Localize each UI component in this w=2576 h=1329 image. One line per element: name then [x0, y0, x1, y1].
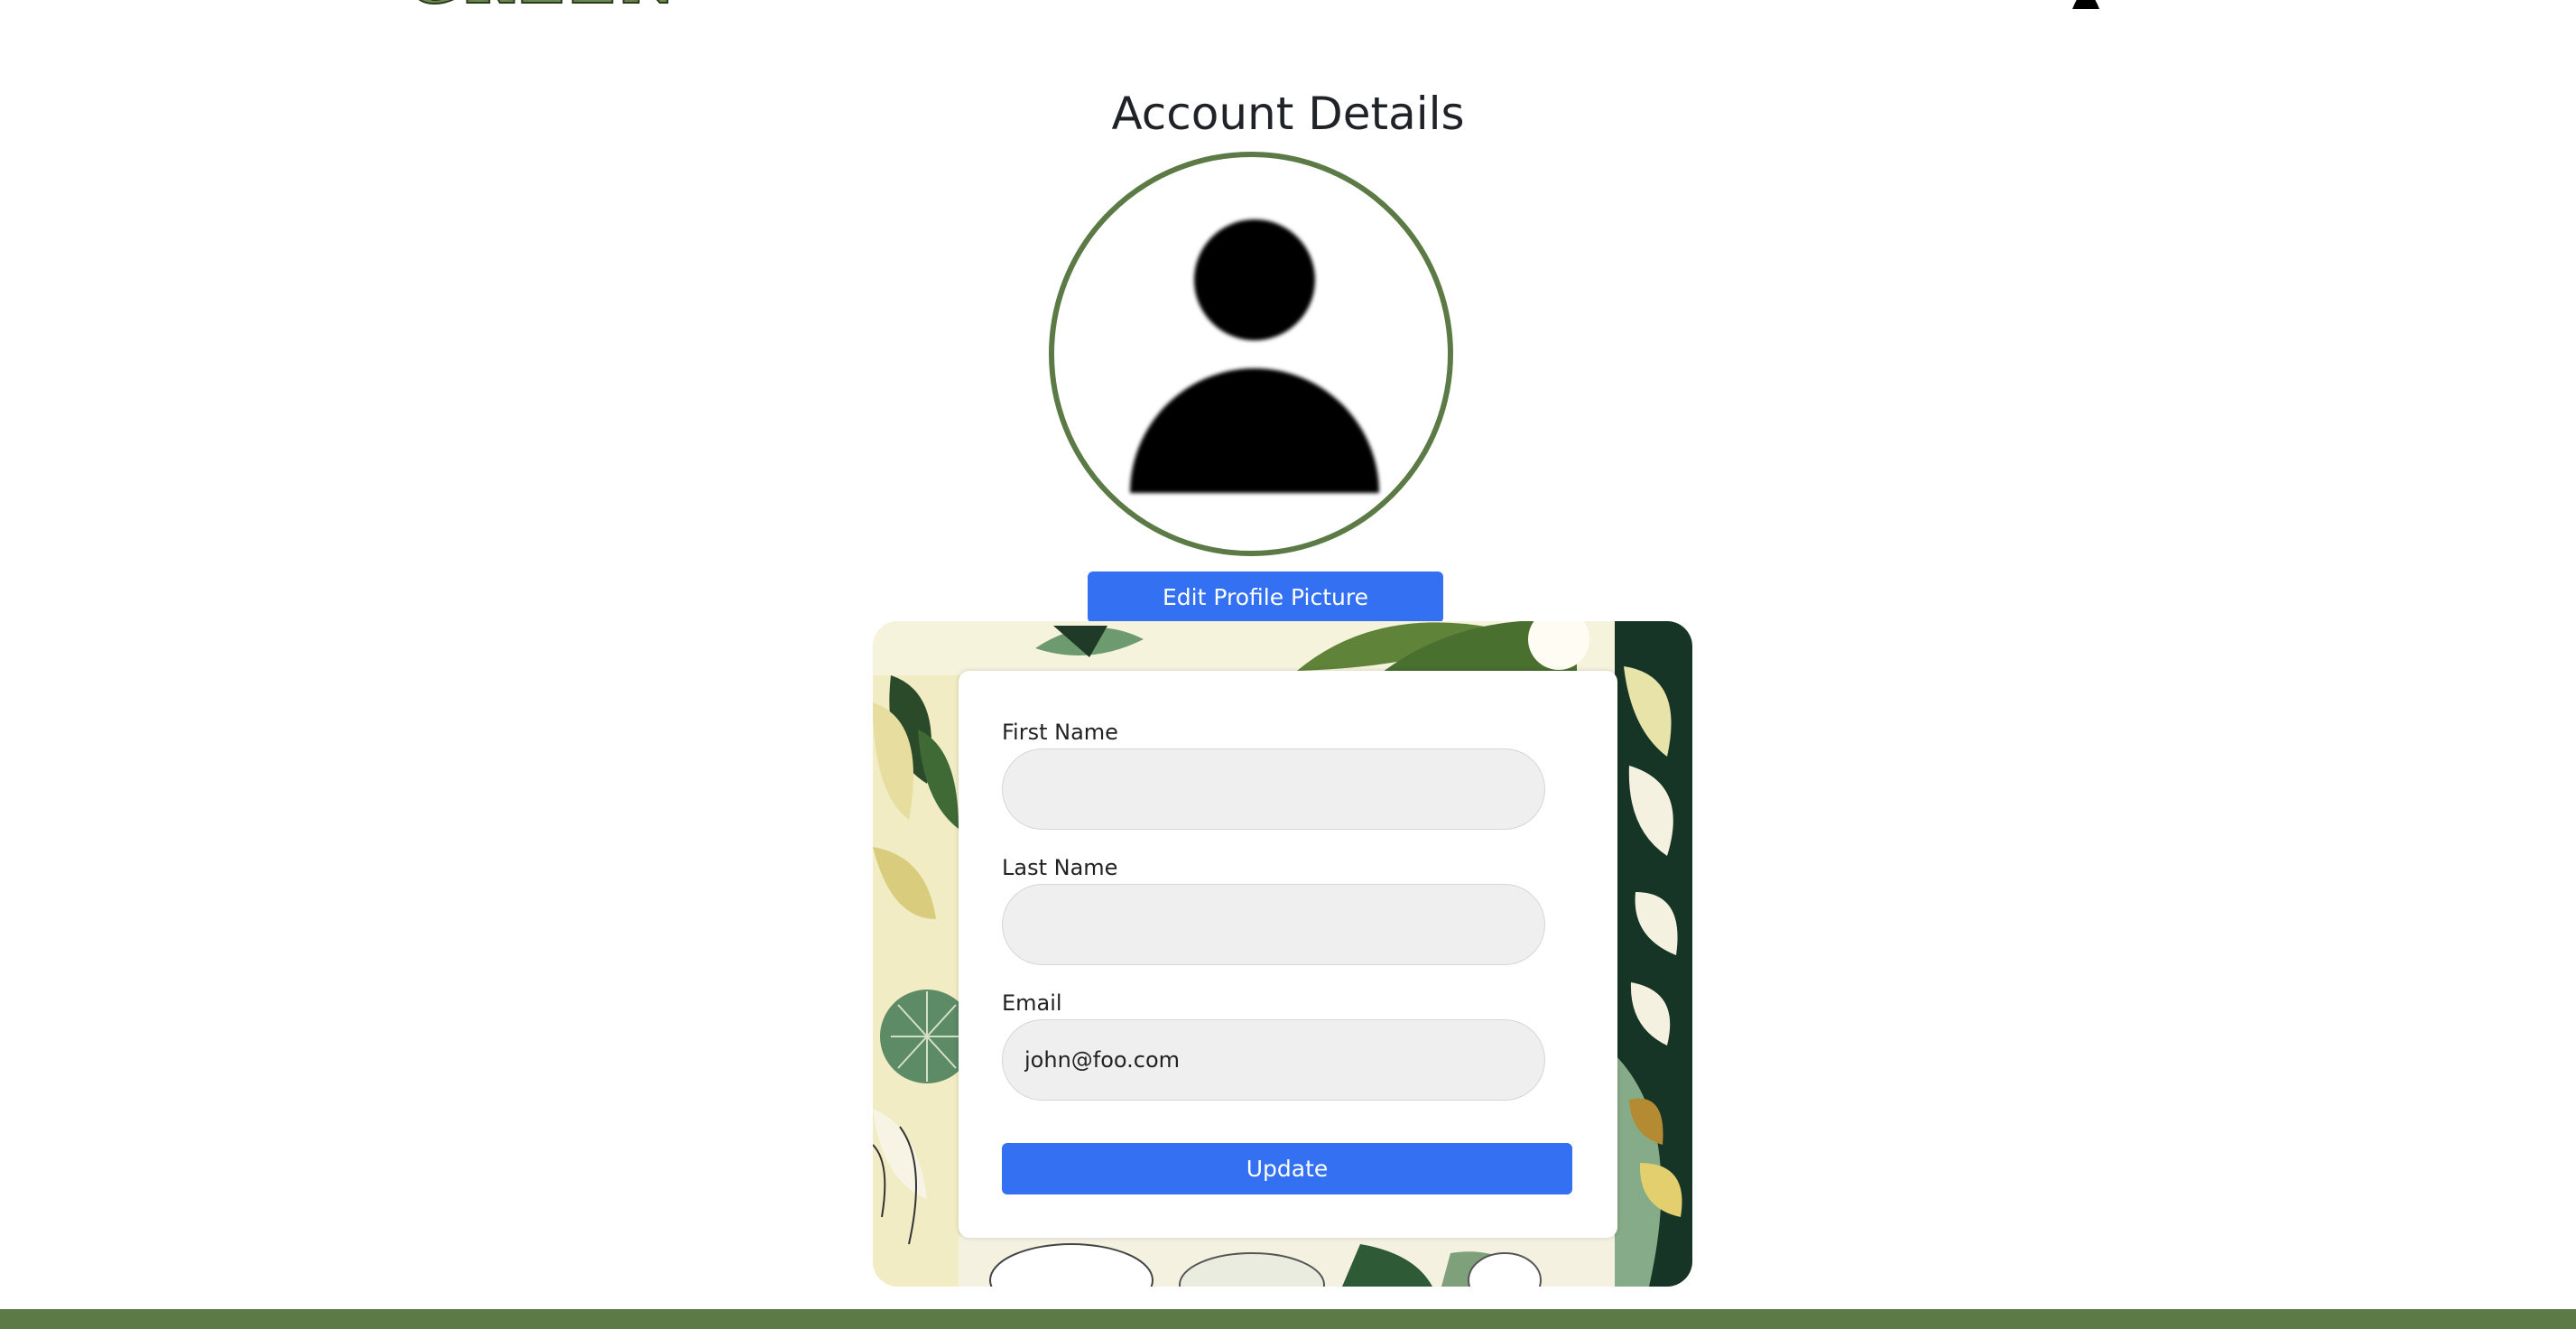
email-input[interactable]	[1002, 1019, 1545, 1101]
edit-profile-picture-button[interactable]: Edit Profile Picture	[1088, 572, 1443, 623]
last-name-input[interactable]	[1002, 884, 1545, 965]
default-user-avatar-icon	[1130, 219, 1379, 493]
footer-bar	[0, 1309, 2576, 1329]
person-icon[interactable]	[2069, 0, 2103, 9]
update-button[interactable]: Update	[1002, 1143, 1572, 1194]
email-label: Email	[1002, 990, 1062, 1016]
header: GREEN	[0, 0, 2576, 18]
last-name-label: Last Name	[1002, 855, 1118, 880]
profile-avatar	[1049, 152, 1453, 556]
account-page: GREEN Account Details Edit Profile Pictu…	[0, 0, 2576, 1329]
first-name-label: First Name	[1002, 720, 1118, 745]
first-name-input[interactable]	[1002, 748, 1545, 830]
site-logo[interactable]: GREEN	[407, 0, 681, 13]
account-form: First Name Last Name Email Update	[959, 671, 1617, 1238]
page-title: Account Details	[1111, 88, 1465, 140]
